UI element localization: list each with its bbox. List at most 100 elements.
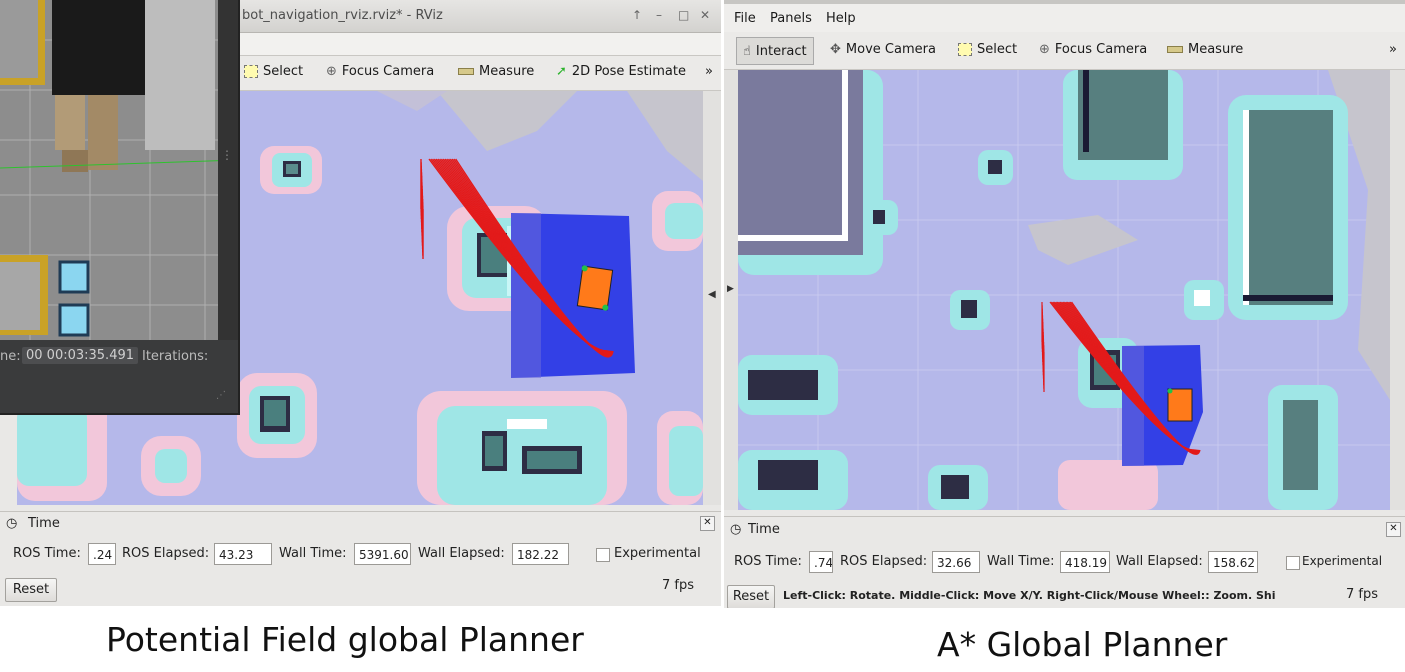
right-overflow-label: » (1389, 42, 1397, 57)
focus-camera-label: Focus Camera (341, 64, 435, 79)
right-caption: A* Global Planner (937, 625, 1228, 664)
select-icon (958, 43, 972, 56)
gazebo-splitter[interactable]: ⋮ (218, 0, 238, 340)
cursor-icon: ☝ (743, 43, 751, 59)
menu-file[interactable]: File (734, 11, 756, 26)
obstacle-1 (260, 146, 322, 194)
ruler-icon (1167, 46, 1183, 53)
right-viewport-edge (1390, 70, 1405, 510)
close-panel-icon[interactable]: ✕ (700, 516, 715, 531)
right-measure-label: Measure (1188, 42, 1244, 57)
collapse-arrow-icon: ◀ (708, 289, 716, 300)
ros-time-label: ROS Time: (13, 546, 81, 561)
left-building (738, 70, 883, 275)
right-time-panel-title: Time (748, 522, 780, 537)
ros-elapsed-field[interactable]: 32.66 (932, 551, 980, 573)
expand-arrow-icon: ▶ (727, 284, 734, 294)
right-toolbar: ☝ Interact ✥ Move Camera Select ⊕ Focus … (724, 32, 1405, 70)
right-time-panel: ◷ Time ✕ ROS Time: .74 ROS Elapsed: 32.6… (724, 516, 1405, 608)
time-panel-title: Time (28, 516, 60, 531)
measure-button[interactable]: Measure (458, 64, 534, 79)
fps-readout: 7 fps (662, 578, 695, 593)
mouse-hint-status: Left-Click: Rotate. Middle-Click: Move X… (783, 589, 1276, 602)
close-panel-icon[interactable]: ✕ (1386, 522, 1401, 537)
ros-elapsed-label: ROS Elapsed: (122, 546, 210, 561)
gazebo-status-bar: ne: 00 00:03:35.491 Iterations: ⋰ (0, 340, 238, 413)
menu-help[interactable]: Help (826, 11, 856, 26)
obstacle-4 (417, 391, 627, 505)
right-toolbar-overflow[interactable]: » (1389, 42, 1397, 57)
robot-marker (576, 265, 614, 311)
select-tool-button[interactable]: Select (244, 64, 303, 79)
right-select-button[interactable]: Select (958, 42, 1017, 57)
experimental-checkbox[interactable] (596, 548, 610, 562)
focus-camera-button[interactable]: ⊕ Focus Camera (326, 64, 434, 79)
left-time-panel: ◷ Time ✕ ROS Time: .24 ROS Elapsed: 43.2… (0, 511, 721, 606)
left-rviz-window: bot_navigation_rviz.rviz* - RViz ↑ – □ ✕… (0, 0, 721, 606)
select-icon (244, 65, 258, 78)
right-focus-camera-label: Focus Camera (1054, 42, 1148, 57)
wall-elapsed-field[interactable]: 182.22 (512, 543, 569, 565)
obstacle-3 (237, 373, 317, 458)
close-icon[interactable]: ✕ (700, 8, 710, 22)
reset-button[interactable]: Reset (5, 578, 57, 602)
interact-label: Interact (755, 43, 807, 59)
interact-tool-button[interactable]: ☝ Interact (736, 37, 814, 65)
wall-time-field[interactable]: 5391.60 (354, 543, 411, 565)
fps-readout: 7 fps (1346, 587, 1379, 602)
toolbar-overflow-button[interactable]: » (705, 64, 713, 79)
move-camera-label: Move Camera (845, 42, 936, 57)
pose-estimate-label: 2D Pose Estimate (571, 64, 686, 79)
ros-time-field[interactable]: .74 (809, 551, 833, 573)
move-arrows-icon: ✥ (830, 42, 841, 57)
left-window-title: bot_navigation_rviz.rviz* - RViz (242, 8, 443, 23)
iterations-label: Iterations: (142, 349, 209, 364)
overflow-label: » (705, 64, 713, 79)
right-building (1228, 95, 1348, 320)
right-3d-viewport[interactable] (738, 70, 1390, 510)
experimental-label: Experimental (614, 546, 701, 561)
gazebo-window[interactable]: ⋮ ne: 00 00:03:35.491 Iterations: ⋰ (0, 0, 240, 415)
left-dock-handle[interactable]: ▶ (724, 70, 738, 510)
ros-time-field[interactable]: .24 (88, 543, 116, 565)
resize-grip-icon[interactable]: ⋰ (216, 390, 226, 401)
experimental-checkbox[interactable] (1286, 556, 1300, 570)
wall-time-label: Wall Time: (279, 546, 347, 561)
right-dock-handle[interactable]: ◀ (703, 91, 721, 505)
wall-elapsed-field[interactable]: 158.62 (1208, 551, 1258, 573)
right-measure-button[interactable]: Measure (1167, 42, 1243, 57)
center-top-building (1063, 70, 1183, 180)
pose-estimate-button[interactable]: ➚ 2D Pose Estimate (556, 64, 686, 79)
left-caption: Potential Field global Planner (106, 620, 584, 659)
right-focus-camera-button[interactable]: ⊕ Focus Camera (1039, 42, 1147, 57)
maximize-icon[interactable]: □ (678, 8, 689, 22)
obstacle-6 (141, 436, 201, 496)
minimize-icon[interactable]: – (656, 8, 662, 22)
ros-elapsed-field[interactable]: 43.23 (214, 543, 272, 565)
wall-elapsed-label: Wall Elapsed: (418, 546, 505, 561)
crosshair-icon: ⊕ (1039, 42, 1050, 57)
right-rviz-window: File Panels Help ☝ Interact ✥ Move Camer… (724, 0, 1405, 608)
clock-icon: ◷ (6, 516, 18, 531)
wall-time-label: Wall Time: (987, 554, 1055, 569)
green-arrow-icon: ➚ (556, 64, 567, 79)
select-tool-label: Select (263, 64, 304, 79)
right-costmap-render (738, 70, 1390, 510)
drag-handle-icon: ⋮ (221, 148, 233, 162)
sim-time-label: ne: (0, 349, 21, 364)
measure-label: Measure (479, 64, 535, 79)
ros-time-label: ROS Time: (734, 554, 802, 569)
reset-button[interactable]: Reset (727, 585, 775, 608)
right-menubar: File Panels Help (724, 4, 1405, 32)
wall-time-field[interactable]: 418.19 (1060, 551, 1110, 573)
pin-icon[interactable]: ↑ (632, 8, 642, 22)
menu-panels[interactable]: Panels (770, 11, 812, 26)
obstacle-8 (652, 191, 703, 251)
robot-marker (1167, 388, 1193, 422)
sim-time-field: 00 00:03:35.491 (22, 347, 139, 364)
clock-icon: ◷ (730, 522, 742, 537)
obstacle-7 (657, 411, 703, 505)
ros-elapsed-label: ROS Elapsed: (840, 554, 928, 569)
experimental-label: Experimental (1302, 554, 1383, 568)
move-camera-button[interactable]: ✥ Move Camera (830, 42, 936, 57)
